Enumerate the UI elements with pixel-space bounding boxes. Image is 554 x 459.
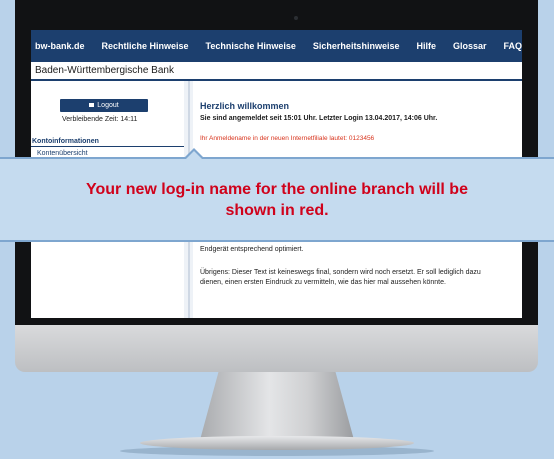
device-text: Endgerät entsprechend optimiert. <box>200 246 304 253</box>
nav-item-home[interactable]: bw-bank.de <box>35 41 85 51</box>
session-timer: Verbleibende Zeit: 14:11 <box>62 116 138 123</box>
monitor-stand-base <box>140 436 414 450</box>
welcome-title: Herzlich willkommen <box>200 101 290 111</box>
nav-item-security[interactable]: Sicherheitshinweise <box>313 41 400 51</box>
monitor-chin <box>15 325 538 372</box>
camera-dot <box>294 16 298 20</box>
monitor-stand <box>200 372 354 440</box>
nav-item-legal[interactable]: Rechtliche Hinweise <box>102 41 189 51</box>
username-notice: Ihr Anmeldename in der neuen Internetfil… <box>200 135 375 142</box>
bank-name: Baden-Württembergische Bank <box>31 62 522 81</box>
callout-banner: Your new log-in name for the online bran… <box>0 157 554 242</box>
nav-item-glossary[interactable]: Glossar <box>453 41 487 51</box>
sidebar-item-account-overview[interactable]: Kontenübersicht <box>37 150 88 157</box>
callout-pointer-fill <box>186 151 202 159</box>
disclaimer-text: Übrigens: Dieser Text ist keineswegs fin… <box>200 269 481 286</box>
nav-item-faq[interactable]: FAQ <box>504 41 522 51</box>
menu-section-title: Kontoinformationen <box>31 138 184 147</box>
nav-item-technical[interactable]: Technische Hinweise <box>206 41 296 51</box>
lock-icon <box>89 103 95 107</box>
top-navigation: bw-bank.de Rechtliche Hinweise Technisch… <box>31 30 522 62</box>
login-info: Sie sind angemeldet seit 15:01 Uhr. Letz… <box>200 115 438 122</box>
logout-button[interactable]: Logout <box>60 99 148 112</box>
nav-item-help[interactable]: Hilfe <box>416 41 436 51</box>
callout-text: Your new log-in name for the online bran… <box>86 180 468 219</box>
logout-label: Logout <box>97 102 119 109</box>
